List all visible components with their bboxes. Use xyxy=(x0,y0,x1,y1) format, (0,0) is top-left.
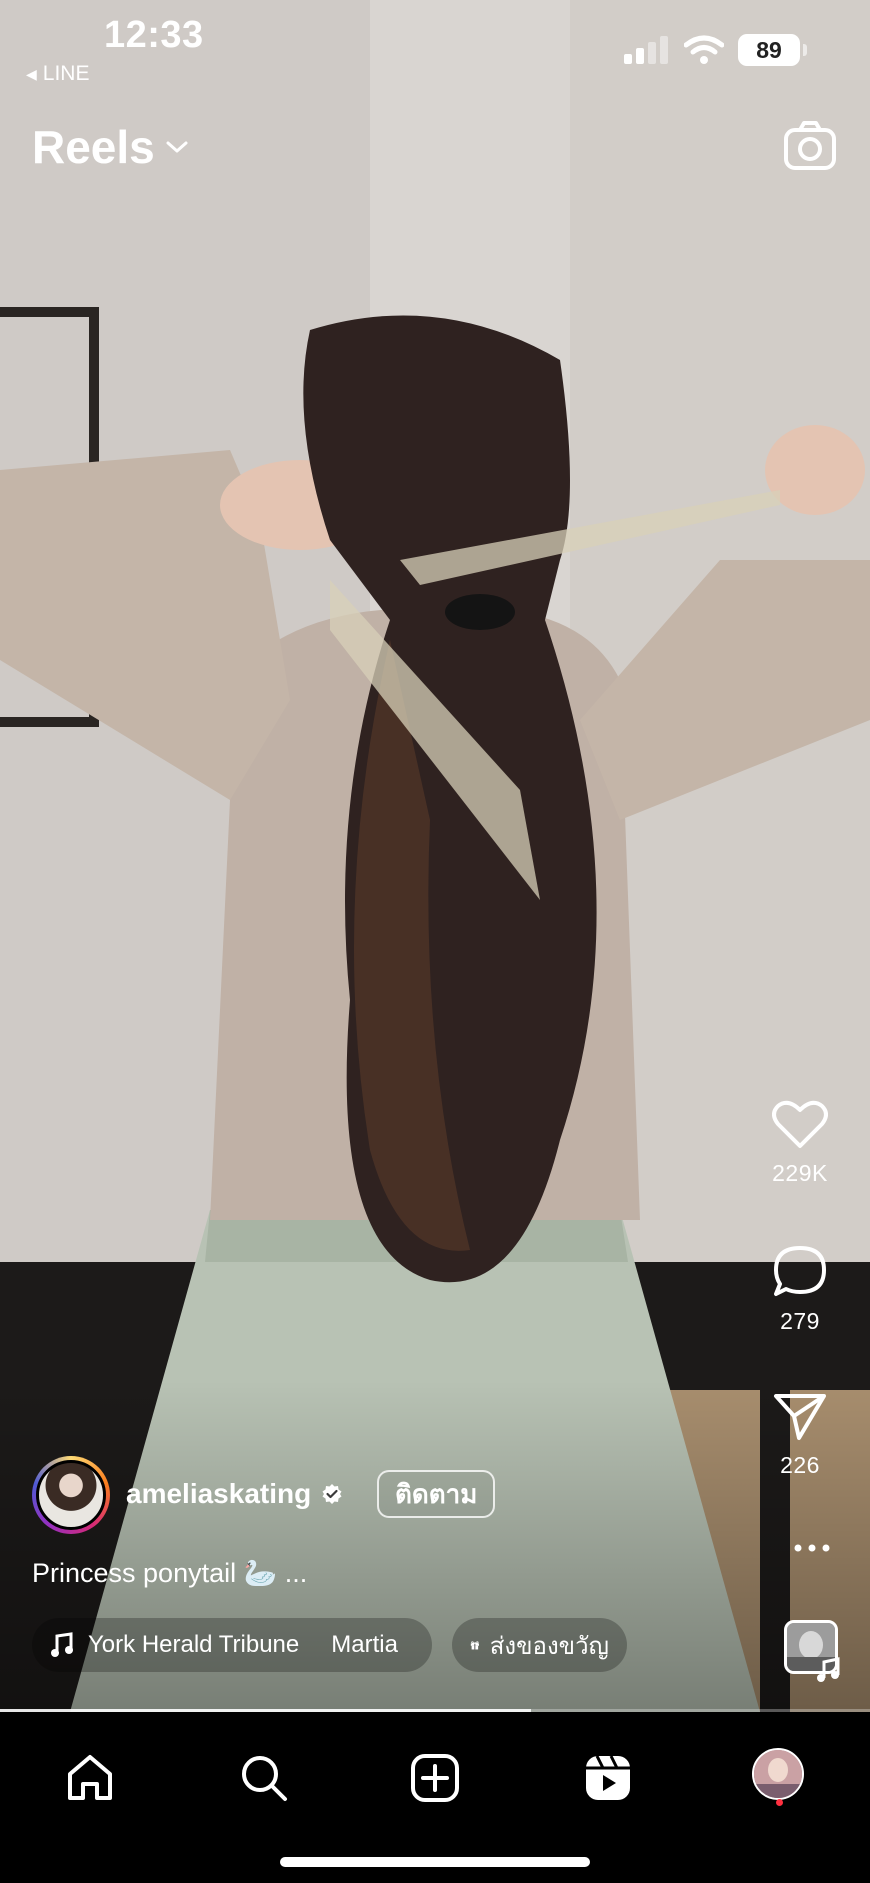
tab-create[interactable] xyxy=(407,1750,463,1806)
camera-icon[interactable] xyxy=(782,118,838,174)
comment-count: 279 xyxy=(780,1308,820,1334)
share-action[interactable]: 226 xyxy=(750,1392,850,1479)
more-options-icon[interactable] xyxy=(792,1540,832,1556)
profile-avatar-icon xyxy=(754,1750,802,1798)
music-note-icon xyxy=(817,1657,840,1682)
back-triangle-icon: ◀ xyxy=(26,65,37,82)
share-count: 226 xyxy=(780,1452,820,1478)
profile-notification-dot xyxy=(776,1799,783,1806)
reels-feed-selector[interactable]: Reels xyxy=(32,120,189,174)
music-track-chip[interactable]: York Herald Tribune Martia xyxy=(32,1618,432,1672)
like-count: 229K xyxy=(772,1160,828,1186)
creator-avatar[interactable] xyxy=(32,1456,110,1534)
tab-search[interactable] xyxy=(236,1750,292,1806)
search-icon xyxy=(242,1756,287,1801)
avatar-image xyxy=(36,1460,106,1530)
video-frame-illustration xyxy=(0,0,870,1712)
music-marquee: York Herald Tribune Martia xyxy=(88,1631,398,1659)
post-caption[interactable]: Princess ponytail 🦢 ... xyxy=(32,1557,307,1589)
status-time: 12:33 xyxy=(104,14,204,56)
home-indicator[interactable] xyxy=(280,1857,590,1867)
reel-video[interactable] xyxy=(0,0,870,1712)
send-gift-chip[interactable]: ส่งของขวัญ xyxy=(452,1618,627,1672)
music-artist-text: Martia xyxy=(331,1631,398,1658)
heart-icon[interactable] xyxy=(772,1100,828,1150)
gift-icon xyxy=(470,1641,479,1650)
send-paper-plane-icon[interactable] xyxy=(773,1392,827,1442)
back-app-label: LINE xyxy=(42,62,90,85)
comment-bubble-icon[interactable] xyxy=(772,1244,828,1298)
creator-username-link[interactable]: ameliaskating xyxy=(126,1478,343,1510)
tab-home[interactable] xyxy=(62,1750,118,1806)
music-note-icon xyxy=(51,1632,73,1657)
gift-label: ส่งของขวัญ xyxy=(489,1632,609,1660)
music-title-text: York Herald Tribune xyxy=(88,1631,300,1658)
tab-reels[interactable] xyxy=(580,1750,636,1806)
cellular-signal-icon xyxy=(624,36,668,64)
wifi-icon xyxy=(684,35,724,64)
verified-badge-icon xyxy=(322,1484,342,1504)
battery-indicator: 89 xyxy=(738,34,807,66)
comment-action[interactable]: 279 xyxy=(750,1244,850,1335)
follow-button[interactable]: ติดตาม xyxy=(377,1470,496,1518)
like-action[interactable]: 229K xyxy=(750,1100,850,1187)
tab-profile[interactable] xyxy=(752,1748,804,1800)
home-icon xyxy=(68,1755,112,1800)
username-text: ameliaskating xyxy=(126,1478,312,1509)
chevron-down-icon xyxy=(166,141,188,153)
page-title: Reels xyxy=(32,121,155,173)
create-plus-icon xyxy=(411,1754,459,1802)
reels-icon xyxy=(586,1755,630,1800)
back-to-app-button[interactable]: ◀ LINE xyxy=(26,62,89,86)
status-indicators: 89 xyxy=(624,34,807,66)
